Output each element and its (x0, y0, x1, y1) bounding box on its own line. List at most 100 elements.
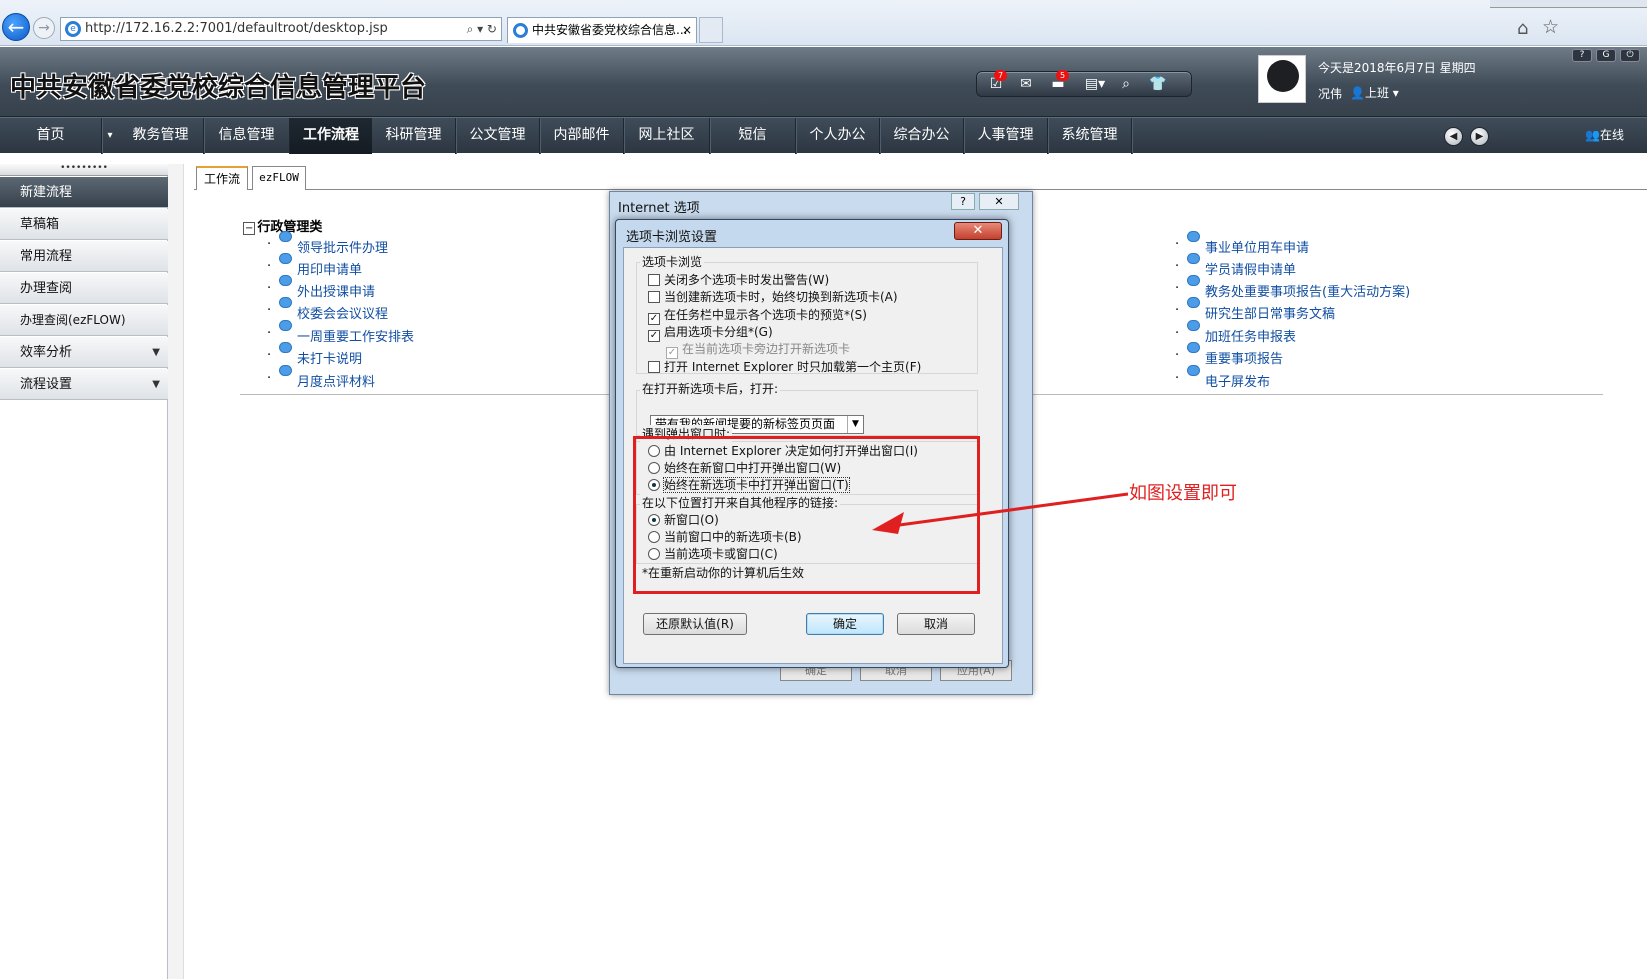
checkbox-open-next[interactable]: ✓ 在当前选项卡旁边打开新选项卡 (666, 340, 850, 359)
checkbox-label: 在当前选项卡旁边打开新选项卡 (682, 342, 851, 356)
sidebar-item-query-ezflow[interactable]: 办理查阅(ezFLOW) (0, 305, 168, 336)
checkbox-label: 在任务栏中显示各个选项卡的预览*(S) (664, 308, 867, 322)
workflow-link[interactable]: · 重要事项报告 (1175, 342, 1283, 367)
workflow-link[interactable]: · 用印申请单 (267, 253, 362, 278)
workflow-link[interactable]: · 校委会会议议程 (267, 297, 388, 322)
home-icon[interactable]: ⌂ (1517, 18, 1528, 39)
speech-bubble-icon (1187, 365, 1200, 376)
workflow-link[interactable]: · 领导批示件办理 (267, 231, 388, 256)
tab-ezflow[interactable]: ezFLOW (252, 166, 306, 190)
sidebar-item-query[interactable]: 办理查阅 (0, 273, 168, 304)
nav-info[interactable]: 信息管理 (204, 118, 290, 154)
close-icon[interactable]: ✕ (954, 222, 1002, 240)
browser-tab[interactable]: 中共安徽省委党校综合信息... × (507, 17, 697, 43)
ok-button[interactable]: 确定 (806, 613, 884, 635)
checkbox-warn-close[interactable]: 关闭多个选项卡时发出警告(W) (648, 271, 829, 288)
workflow-link-label: 学员请假申请单 (1205, 263, 1297, 278)
user-status-icon: 👤 (1350, 86, 1365, 100)
shirt-icon[interactable]: 👕 (1149, 76, 1167, 92)
sidebar-collapse-bar[interactable]: ••••••••• (0, 164, 168, 176)
workflow-link[interactable]: · 未打卡说明 (267, 342, 363, 367)
workflow-link[interactable]: · 外出授课申请 (267, 275, 375, 300)
workflow-link-label: 未打卡说明 (297, 352, 363, 367)
user-status-label: 上班 ▾ (1364, 86, 1399, 100)
nav-home[interactable]: 首页 (0, 118, 102, 154)
address-tools[interactable]: ⌕ ▾ ↻ (467, 18, 497, 40)
checkbox-label: 当创建新选项卡时，始终切换到新选项卡(A) (664, 290, 898, 304)
chevron-down-icon: ▼ (847, 416, 863, 433)
workflow-link[interactable]: · 研究生部日常事务文稿 (1175, 297, 1335, 322)
sidebar: ••••••••• 新建流程 草稿箱 常用流程 办理查阅 办理查阅(ezFLOW… (0, 164, 168, 979)
user-status-dropdown[interactable]: 👤上班 ▾ (1350, 84, 1399, 101)
restore-defaults-button[interactable]: 还原默认值(R) (643, 613, 747, 635)
nav-internal-mail[interactable]: 内部邮件 (540, 118, 624, 154)
checkbox-switch-new-tab[interactable]: 当创建新选项卡时，始终切换到新选项卡(A) (648, 288, 898, 305)
nav-research[interactable]: 科研管理 (372, 118, 456, 154)
workflow-link[interactable]: · 事业单位用车申请 (1175, 231, 1309, 256)
back-arrow-icon[interactable]: ← (2, 13, 30, 41)
nav-workflow[interactable]: 工作流程 (290, 118, 372, 154)
new-tab-button[interactable] (699, 17, 723, 43)
speech-bubble-icon (1187, 297, 1200, 308)
checkbox-label: 关闭多个选项卡时发出警告(W) (664, 273, 830, 287)
chevron-down-icon: ▼ (152, 347, 160, 358)
favorites-star-icon[interactable]: ☆ (1542, 16, 1559, 38)
tab-close-icon[interactable]: × (682, 18, 692, 42)
window-controls[interactable] (1490, 0, 1647, 8)
document-menu-icon[interactable]: ▤▾ (1083, 76, 1107, 92)
avatar[interactable] (1258, 55, 1306, 103)
sidebar-item-flow-settings[interactable]: 流程设置 ▼ (0, 369, 168, 400)
briefcase-icon[interactable]: ▬ 5 (1049, 70, 1069, 92)
nav-prev-icon[interactable]: ◀ (1444, 127, 1463, 146)
nav-system[interactable]: 系统管理 (1048, 118, 1132, 154)
nav-hr[interactable]: 人事管理 (964, 118, 1048, 154)
tab-workflow[interactable]: 工作流 (196, 166, 248, 190)
power-icon[interactable]: ⏻ (1620, 49, 1640, 62)
browser-chrome: ← → e http://172.16.2.2:7001/defaultroot… (0, 0, 1647, 46)
forward-arrow-icon[interactable]: → (33, 17, 55, 39)
speech-bubble-icon (1187, 275, 1200, 286)
nav-personal-office[interactable]: 个人办公 (796, 118, 880, 154)
nav-dropdown-icon[interactable]: ▾ (102, 118, 118, 154)
nav-documents[interactable]: 公文管理 (456, 118, 540, 154)
task-badge: 7 (994, 70, 1007, 81)
workflow-link[interactable]: · 学员请假申请单 (1175, 253, 1297, 278)
task-check-icon[interactable]: ☑ 7 (987, 70, 1007, 92)
help-icon[interactable]: ? (951, 193, 975, 210)
checkbox-load-first-home[interactable]: 打开 Internet Explorer 时只加载第一个主页(F) (648, 358, 921, 375)
workflow-link[interactable]: · 一周重要工作安排表 (267, 320, 414, 345)
content-tabs: 工作流 ezFLOW (194, 164, 1647, 190)
refresh-icon[interactable]: G (1596, 49, 1616, 62)
address-url: http://172.16.2.2:7001/defaultroot/deskt… (85, 21, 388, 36)
workflow-link[interactable]: · 教务处重要事项报告(重大活动方案) (1175, 275, 1410, 300)
workflow-link[interactable]: · 月度点评材料 (267, 365, 375, 390)
speech-bubble-icon (279, 365, 292, 376)
internet-options-title: Internet 选项 (618, 201, 700, 216)
online-users[interactable]: 👥在线 (1585, 126, 1624, 143)
sidebar-item-drafts[interactable]: 草稿箱 (0, 209, 168, 240)
cancel-button[interactable]: 取消 (897, 613, 975, 635)
nav-general-office[interactable]: 综合办公 (880, 118, 964, 154)
sidebar-item-common-flows[interactable]: 常用流程 (0, 241, 168, 272)
nav-academic[interactable]: 教务管理 (118, 118, 204, 154)
sidebar-item-efficiency[interactable]: 效率分析 ▼ (0, 337, 168, 368)
group-tab-browsing-label: 选项卡浏览 (640, 253, 705, 270)
sidebar-item-new-flow[interactable]: 新建流程 (0, 177, 168, 208)
collapse-toggle-icon: − (243, 222, 256, 235)
address-bar[interactable]: e http://172.16.2.2:7001/defaultroot/des… (60, 17, 502, 41)
checkbox-box (648, 274, 660, 286)
nav-community[interactable]: 网上社区 (624, 118, 710, 154)
content-scrollbar[interactable] (168, 164, 184, 979)
annotation-text: 如图设置即可 (1129, 483, 1237, 504)
nav-next-icon[interactable]: ▶ (1470, 127, 1489, 146)
nav-sms[interactable]: 短信 (710, 118, 796, 154)
search-icon[interactable]: ⌕ (1117, 76, 1135, 92)
speech-bubble-icon (279, 253, 292, 264)
browser-tab-title: 中共安徽省委党校综合信息... (532, 23, 688, 37)
mail-icon[interactable]: ✉ (1017, 76, 1035, 92)
workflow-link[interactable]: · 电子屏发布 (1175, 365, 1270, 390)
help-icon[interactable]: ? (1572, 49, 1592, 62)
workflow-link-label: 加班任务申报表 (1205, 330, 1297, 345)
close-icon[interactable]: ✕ (979, 193, 1019, 210)
workflow-link[interactable]: · 加班任务申报表 (1175, 320, 1297, 345)
